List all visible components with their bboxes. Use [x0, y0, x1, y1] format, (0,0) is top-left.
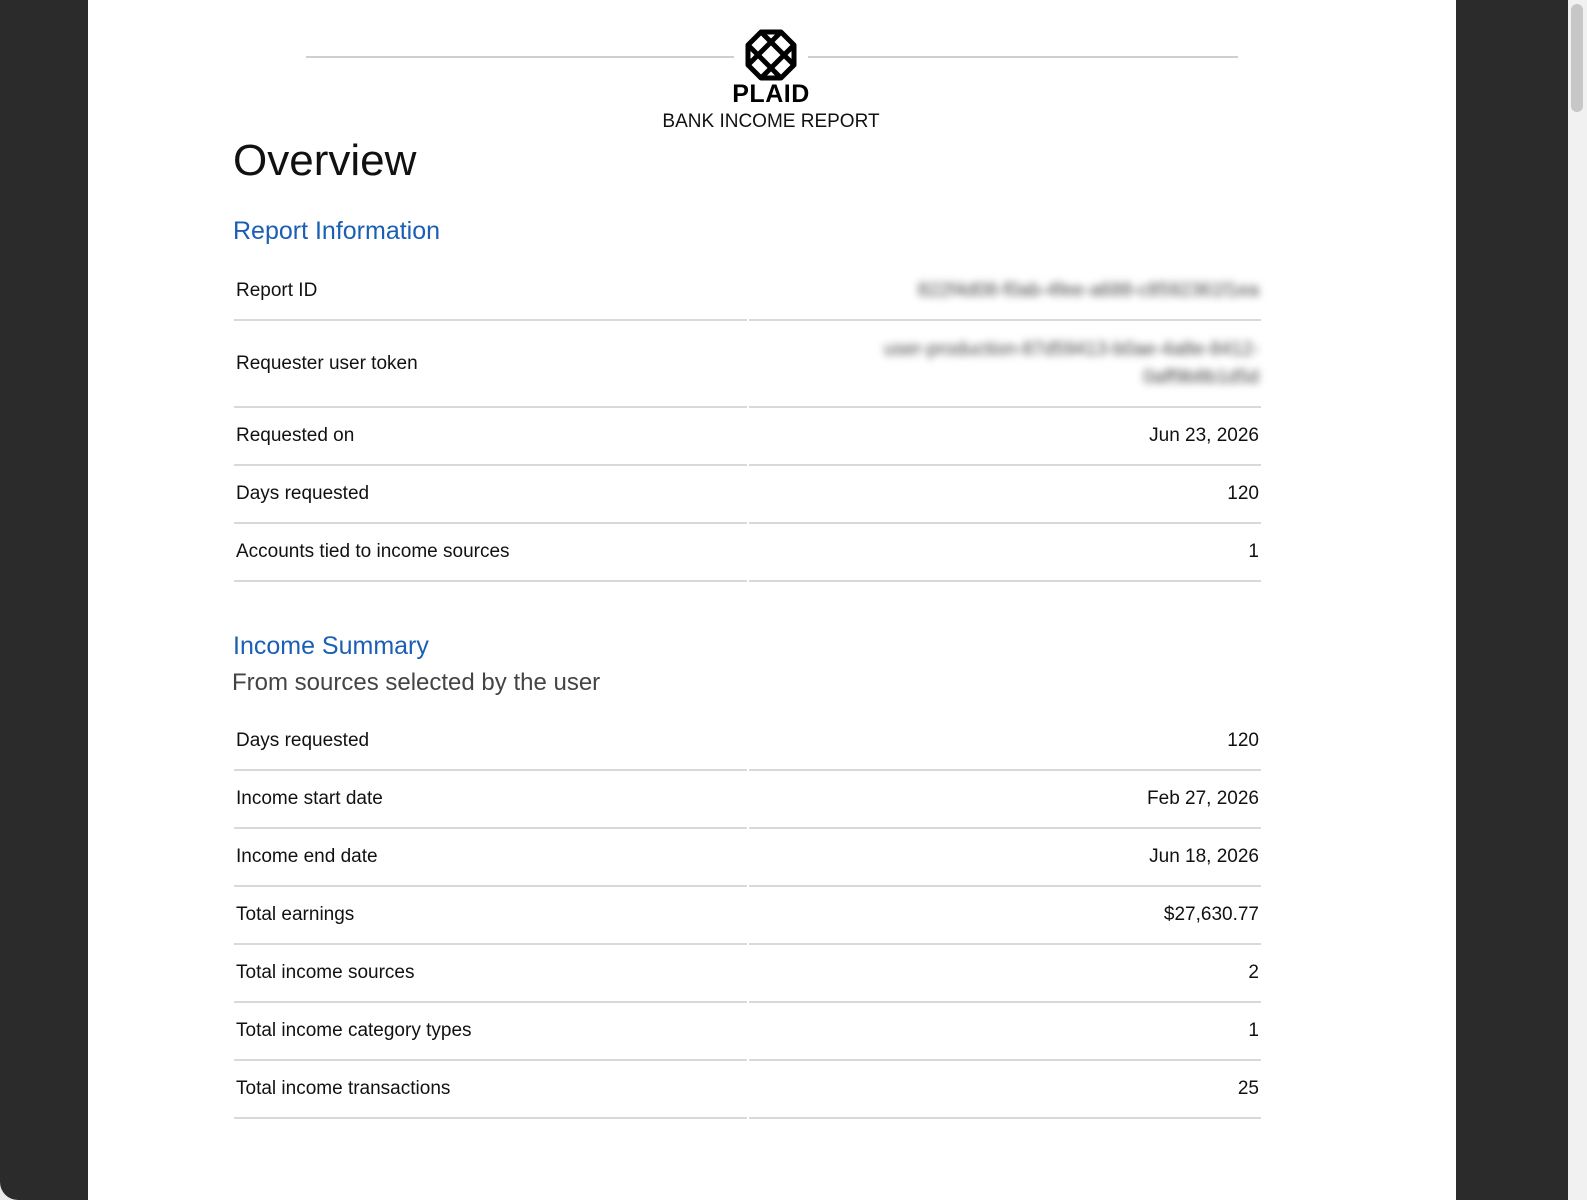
row-label: Total income category types	[236, 1020, 472, 1041]
row-value: 2	[1248, 962, 1259, 983]
plaid-logo-icon	[745, 29, 797, 81]
row-label: Days requested	[236, 483, 370, 504]
table-row: Requested on Jun 23, 2026	[234, 408, 1261, 466]
scrollbar-thumb[interactable]	[1571, 4, 1583, 112]
row-label: Total income transactions	[236, 1078, 451, 1099]
table-row: Days requested 120	[234, 466, 1261, 524]
row-label: Accounts tied to income sources	[236, 541, 510, 562]
requester-token-line-2: 0aff9b8b1d5d	[1143, 366, 1259, 388]
brand-name: PLAID	[732, 80, 810, 108]
row-value: $27,630.77	[1163, 904, 1259, 925]
income-summary-heading: Income Summary	[233, 632, 429, 660]
row-label: Total earnings	[236, 904, 355, 925]
row-label: Requester user token	[236, 352, 418, 374]
table-row: Income end date Jun 18, 2026	[234, 829, 1261, 887]
header-divider-left	[306, 56, 734, 58]
income-summary-subtitle: From sources selected by the user	[232, 669, 601, 696]
row-value: 1	[1248, 1020, 1259, 1041]
page-title: Overview	[233, 136, 417, 185]
table-row: Report ID 822f4d08-f0ab-4fee-a688-c85923…	[234, 262, 1261, 321]
requester-token-line-1: user-production-87d59413-b0ae-4a8e-8412-	[884, 338, 1259, 360]
row-value: Feb 27, 2026	[1147, 788, 1259, 809]
report-type-label: BANK INCOME REPORT	[662, 111, 880, 132]
scrollbar-track[interactable]	[1568, 0, 1587, 1200]
row-label: Income start date	[236, 788, 383, 809]
row-value: Jun 23, 2026	[1149, 425, 1259, 446]
report-information-heading: Report Information	[233, 217, 441, 245]
row-label: Total income sources	[236, 962, 415, 983]
table-row: Total earnings $27,630.77	[234, 887, 1261, 945]
row-value: 25	[1237, 1078, 1259, 1099]
table-row: Total income sources 2	[234, 945, 1261, 1003]
table-row: Total income transactions 25	[234, 1061, 1261, 1119]
header-divider-right	[808, 56, 1238, 58]
report-id-value: 822f4d08-f0ab-4fee-a688-c8592361f1ea	[917, 279, 1259, 301]
requester-token-value: user-production-87d59413-b0ae-4a8e-8412-…	[749, 336, 1261, 392]
row-value: 120	[1227, 730, 1259, 751]
row-value: 120	[1227, 483, 1259, 504]
report-information-table: Report ID 822f4d08-f0ab-4fee-a688-c85923…	[234, 262, 1261, 582]
table-row: Accounts tied to income sources 1	[234, 524, 1261, 582]
table-row: Total income category types 1	[234, 1003, 1261, 1061]
row-value: 1	[1248, 541, 1259, 562]
report-page: PLAID BANK INCOME REPORT Overview Report…	[88, 0, 1456, 1200]
row-label: Requested on	[236, 425, 355, 446]
row-label: Income end date	[236, 846, 378, 867]
row-label: Days requested	[236, 730, 370, 751]
table-row: Days requested 120	[234, 713, 1261, 771]
income-summary-table: Days requested 120 Income start date Feb…	[234, 713, 1261, 1119]
row-label: Report ID	[236, 279, 318, 301]
table-row: Requester user token user-production-87d…	[234, 321, 1261, 408]
row-value: Jun 18, 2026	[1149, 846, 1259, 867]
table-row: Income start date Feb 27, 2026	[234, 771, 1261, 829]
